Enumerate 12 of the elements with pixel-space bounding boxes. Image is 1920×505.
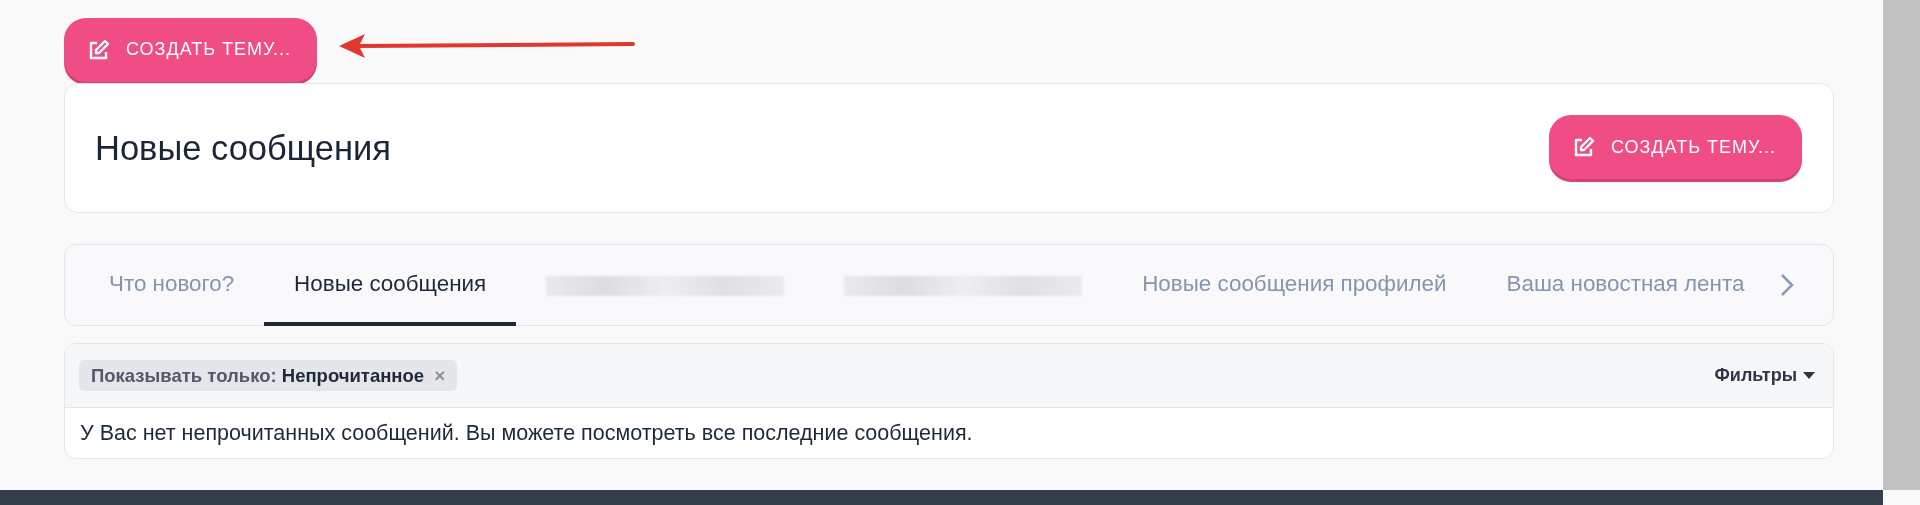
active-filter-chip[interactable]: Показывать только: Непрочитанное ×	[79, 360, 458, 391]
filters-dropdown[interactable]: Фильтры	[1714, 365, 1815, 386]
tab[interactable]: Что нового?	[79, 245, 265, 326]
tab[interactable]: Ваша новостная лента	[1476, 245, 1775, 326]
tab[interactable]: Новые сообщения профилей	[1112, 245, 1477, 326]
remove-filter-button[interactable]: ×	[434, 364, 446, 387]
empty-message: У Вас нет непрочитанных сообщений. Вы можете посмотреть все последние сообщения.	[79, 419, 974, 447]
page-title: Новые сообщения	[95, 128, 391, 168]
active-filter-label: Показывать только: Непрочитанное	[91, 364, 425, 387]
tab[interactable]: Новые сообщения	[264, 245, 517, 326]
create-topic-button[interactable]: СОЗДАТЬ ТЕМУ...	[64, 17, 318, 82]
create-topic-button[interactable]: СОЗДАТЬ ТЕМУ...	[1548, 115, 1802, 179]
